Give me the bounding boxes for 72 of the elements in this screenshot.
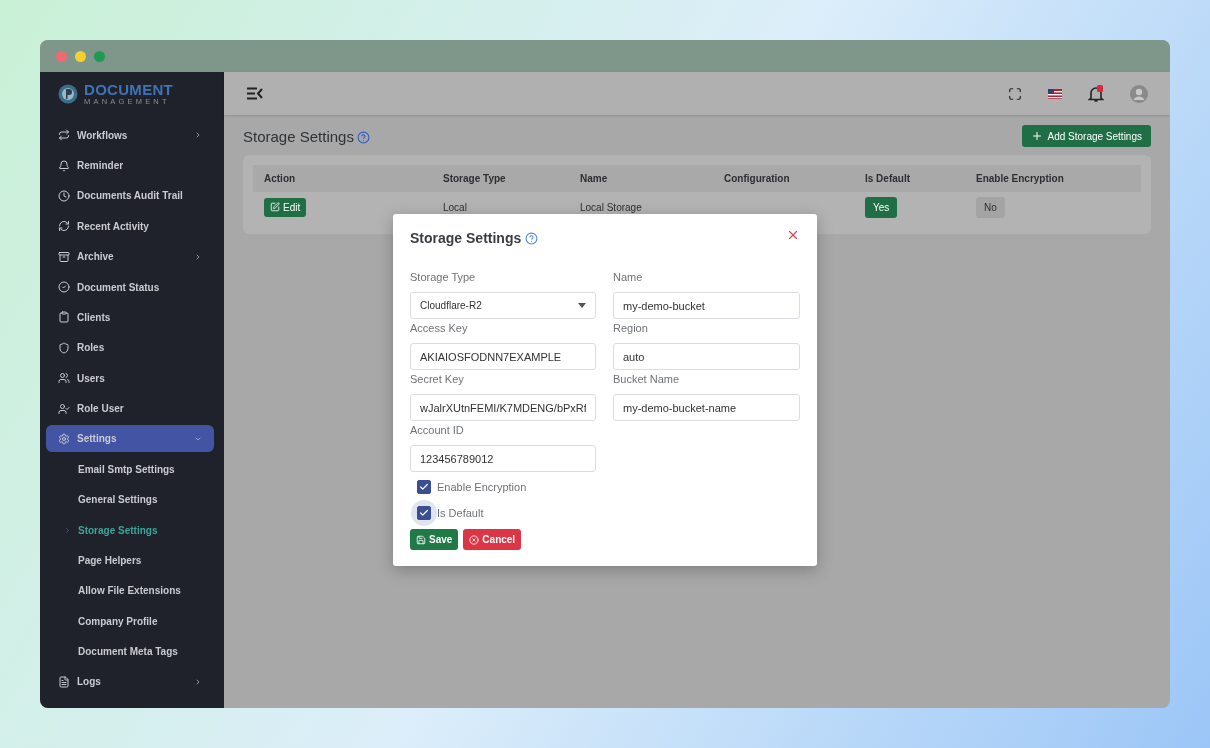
submenu-item[interactable]: Document Meta Tags	[40, 638, 224, 666]
default-badge: Yes	[865, 196, 898, 218]
field-label: Access Key	[410, 321, 469, 336]
input-field[interactable]: 123456789012	[410, 445, 596, 472]
logo-icon	[58, 84, 78, 104]
sidebar-item[interactable]: Role User	[46, 395, 214, 423]
sidebar-item[interactable]: Document Status	[46, 273, 214, 301]
sidebar-item[interactable]: Logs	[46, 668, 214, 696]
field-label: Region	[613, 321, 649, 336]
input-field[interactable]: AKIAIOSFODNN7EXAMPLE	[410, 343, 596, 370]
sidebar-item[interactable]: Roles	[46, 334, 214, 362]
chevron-icon	[64, 526, 71, 534]
submenu-item[interactable]: Page Helpers	[40, 546, 224, 574]
caret-icon	[578, 303, 586, 308]
page-title: Storage Settings	[243, 127, 354, 145]
check-icon	[419, 482, 429, 492]
sidebar-item[interactable]: Clients	[46, 303, 214, 331]
column-header: Is Default	[854, 165, 965, 192]
submenu-item[interactable]: Allow File Extensions	[40, 577, 224, 605]
help-icon[interactable]	[356, 131, 370, 144]
flag-icon[interactable]	[1048, 88, 1062, 99]
check-icon	[419, 508, 429, 518]
sidebar-item[interactable]: Documents Audit Trail	[46, 182, 214, 210]
close-icon[interactable]	[786, 228, 800, 242]
sidebar-item[interactable]: Settings	[46, 425, 214, 453]
minimize-dot[interactable]	[75, 50, 86, 62]
checkbox[interactable]	[417, 506, 431, 520]
column-header: Storage Type	[432, 165, 569, 192]
checkbox-label: Is Default	[437, 507, 484, 519]
edit-icon	[270, 202, 280, 212]
maximize-dot[interactable]	[94, 50, 105, 62]
submenu-item[interactable]: Storage Settings	[40, 516, 224, 544]
brand-title: DOCUMENT	[84, 82, 174, 97]
cancel-icon	[469, 534, 480, 545]
save-button[interactable]: Save	[410, 529, 459, 550]
help-icon[interactable]	[525, 231, 539, 245]
checkbox[interactable]	[417, 480, 431, 494]
submenu-item[interactable]: Company Profile	[40, 607, 224, 635]
sidebar-item[interactable]: Users	[46, 364, 214, 392]
submenu-item[interactable]: Email Smtp Settings	[40, 455, 224, 483]
input-field[interactable]: auto	[613, 343, 800, 370]
cancel-button[interactable]: Cancel	[463, 529, 522, 550]
edit-button[interactable]: Edit	[264, 197, 307, 217]
storage-type-select[interactable]: Cloudflare-R2	[410, 292, 596, 319]
close-dot[interactable]	[56, 50, 67, 62]
field-label: Storage Type	[410, 270, 477, 285]
dialog-title: Storage Settings	[410, 230, 522, 246]
fullscreen-icon[interactable]	[1008, 86, 1022, 101]
sidebar-item[interactable]: Workflows	[46, 121, 214, 149]
sidebar-item[interactable]: Recent Activity	[46, 212, 214, 240]
column-header: Enable Encryption	[965, 165, 1141, 192]
notification-icon[interactable]	[1088, 84, 1104, 103]
input-field[interactable]: my-demo-bucket-name	[613, 394, 800, 421]
submenu-item[interactable]: General Settings	[40, 486, 224, 514]
table-cell-text: Local Storage	[579, 200, 643, 215]
table-cell-text: Local	[442, 200, 468, 215]
save-icon	[416, 534, 426, 545]
column-header: Configuration	[713, 165, 854, 192]
checkbox-label: Enable Encryption	[437, 481, 527, 493]
input-field[interactable]: my-demo-bucket	[613, 292, 800, 319]
plus-icon	[1031, 130, 1044, 142]
input-field[interactable]: wJalrXUtnFEMI/K7MDENG/bPxRf	[410, 394, 596, 421]
field-label: Account ID	[410, 423, 465, 438]
field-label: Bucket Name	[613, 372, 681, 387]
field-label: Secret Key	[410, 372, 465, 387]
sidebar-item[interactable]: Reminder	[46, 152, 214, 180]
add-storage-button[interactable]: Add Storage Settings	[1022, 125, 1151, 147]
encryption-badge: No	[976, 196, 1005, 218]
sidebar-item[interactable]: Archive	[46, 243, 214, 271]
column-header: Action	[253, 165, 432, 192]
field-label: Name	[613, 270, 644, 285]
column-header: Name	[569, 165, 713, 192]
